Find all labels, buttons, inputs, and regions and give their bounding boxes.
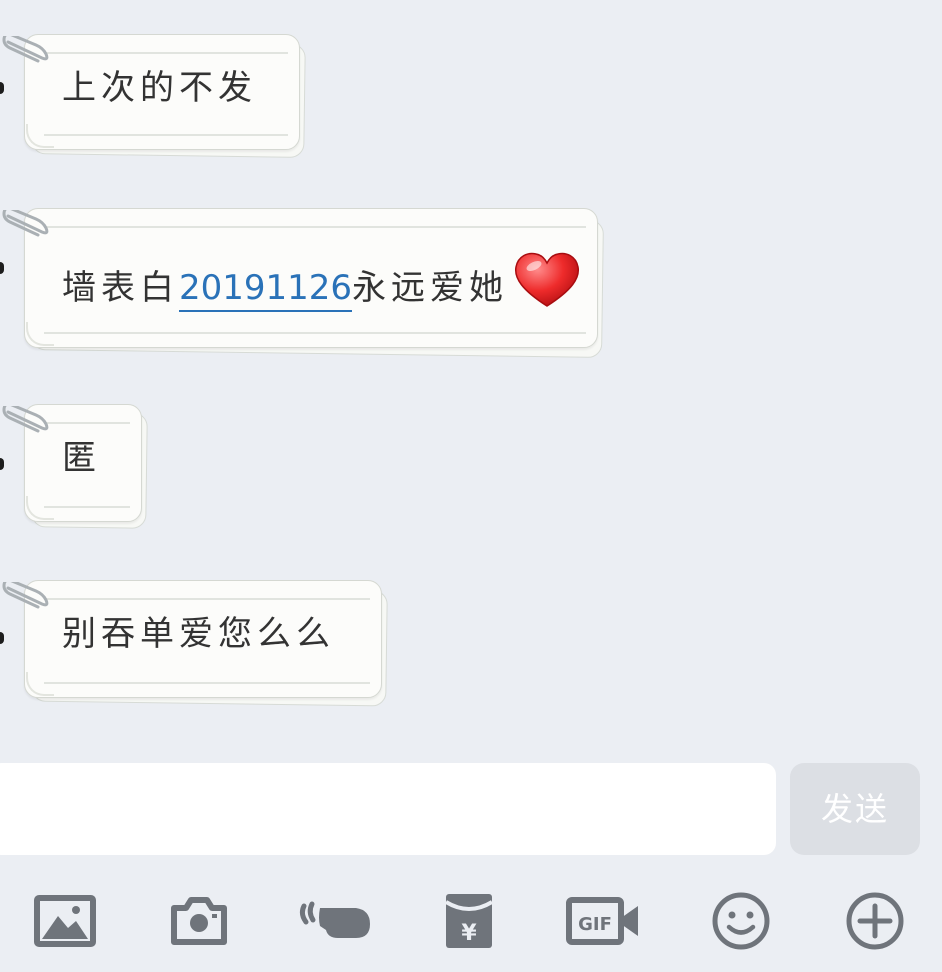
- paperclip-icon: [2, 36, 49, 63]
- more-button[interactable]: [842, 888, 908, 954]
- chat-message-list[interactable]: 上次的不发 墙表白20191126永远爱她 匿 别吞单爱您么么: [0, 0, 942, 745]
- avatar[interactable]: [0, 632, 4, 644]
- emoji-button[interactable]: [708, 888, 774, 954]
- paper-line: [44, 422, 130, 424]
- red-packet-button[interactable]: ¥: [436, 888, 502, 954]
- input-bar: 发送: [0, 745, 942, 862]
- message-text: 墙表白20191126永远爱她: [62, 252, 582, 312]
- avatar[interactable]: [0, 262, 4, 274]
- chat-toolbar: ¥ GIF: [0, 868, 942, 972]
- emoji-smile-icon: [712, 892, 770, 950]
- message-text-after: 永远爱她: [352, 268, 509, 308]
- message-text: 上次的不发: [62, 68, 257, 108]
- paper-line: [44, 52, 288, 54]
- plus-icon: [846, 892, 904, 950]
- avatar[interactable]: [0, 82, 4, 94]
- send-button[interactable]: 发送: [790, 763, 920, 855]
- paper-line: [44, 332, 586, 334]
- avatar[interactable]: [0, 458, 4, 470]
- poke-hand-icon: [299, 901, 370, 938]
- paper-line: [44, 134, 288, 136]
- gif-label: GIF: [578, 914, 612, 935]
- camera-button[interactable]: [166, 888, 232, 954]
- paper-line: [44, 506, 130, 508]
- red-packet-icon: ¥: [444, 894, 494, 948]
- gif-button[interactable]: GIF: [566, 888, 642, 954]
- image-button[interactable]: [32, 888, 98, 954]
- image-icon: [34, 895, 96, 947]
- message-text: 匿: [62, 438, 101, 478]
- paperclip-icon: [2, 582, 49, 609]
- message-text: 别吞单爱您么么: [62, 614, 335, 654]
- chat-bubble[interactable]: 上次的不发: [2, 34, 306, 158]
- chat-bubble[interactable]: 墙表白20191126永远爱她: [2, 208, 604, 358]
- poke-button[interactable]: [298, 888, 374, 954]
- heart-icon: [515, 252, 580, 307]
- chat-bubble[interactable]: 别吞单爱您么么: [2, 580, 388, 707]
- paperclip-icon: [2, 406, 49, 433]
- date-link[interactable]: 20191126: [179, 268, 353, 312]
- message-text-before: 墙表白: [62, 268, 179, 308]
- red-packet-symbol: ¥: [461, 921, 477, 946]
- paper-line: [44, 226, 586, 228]
- message-input[interactable]: [0, 763, 776, 855]
- paperclip-icon: [2, 210, 49, 237]
- paper-line: [44, 682, 370, 684]
- camera-icon: [171, 897, 227, 945]
- paper-line: [44, 598, 370, 600]
- chat-bubble[interactable]: 匿: [2, 404, 148, 529]
- gif-icon: GIF: [566, 897, 638, 945]
